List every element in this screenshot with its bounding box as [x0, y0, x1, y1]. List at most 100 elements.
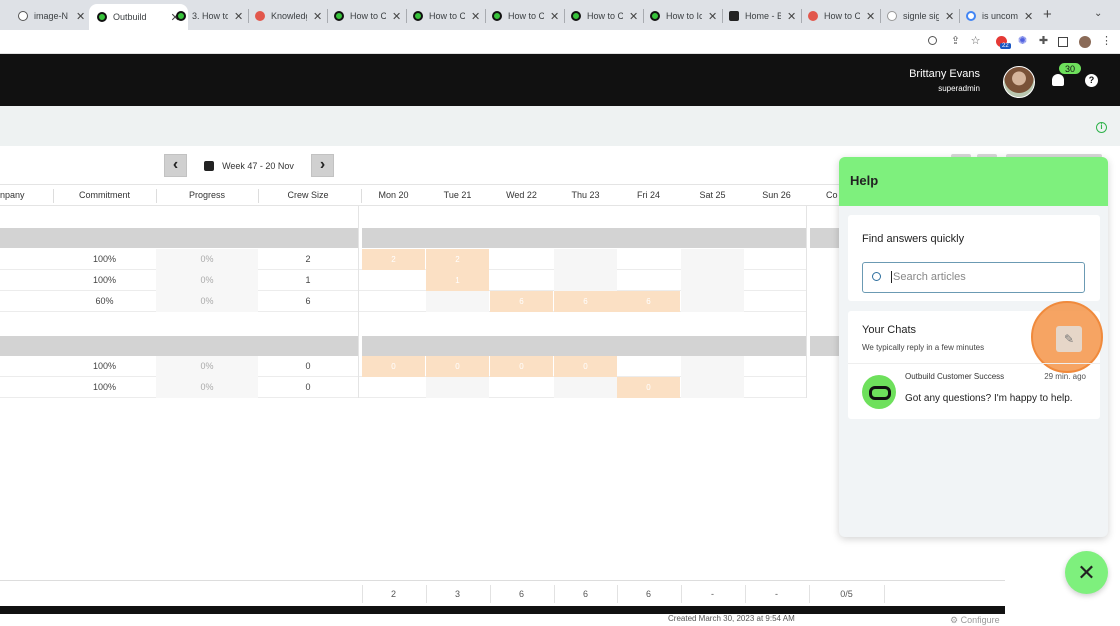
close-tab-icon[interactable]: ✕	[550, 10, 559, 23]
day-cell[interactable]	[554, 377, 617, 398]
new-tab-button[interactable]: +	[1043, 6, 1052, 23]
day-cell[interactable]: 6	[554, 291, 617, 312]
close-tab-icon[interactable]: ✕	[787, 10, 796, 23]
column-company[interactable]: npany	[0, 190, 25, 200]
column-mon[interactable]: Mon 20	[362, 190, 425, 200]
close-tab-icon[interactable]: ✕	[471, 10, 480, 23]
table-row[interactable]: 100% 0% 0 0 0 0 0	[0, 356, 806, 377]
close-tab-icon[interactable]: ✕	[708, 10, 717, 23]
day-cell[interactable]	[362, 291, 425, 312]
day-cell[interactable]: 2	[362, 249, 425, 270]
table-row[interactable]: 100% 0% 1 1	[0, 270, 806, 291]
browser-tab[interactable]: How to C ✕	[571, 6, 638, 26]
day-cell[interactable]	[617, 270, 680, 291]
table-row[interactable]: 60% 0% 6 6 6 6	[0, 291, 806, 312]
close-tab-icon[interactable]: ✕	[629, 10, 638, 23]
column-crew-size[interactable]: Crew Size	[258, 190, 358, 200]
browser-tab[interactable]: Home - B ✕	[729, 6, 796, 26]
share-icon[interactable]: ⇪	[949, 35, 962, 48]
day-cell[interactable]	[681, 270, 744, 291]
column-commitment[interactable]: Commitment	[53, 190, 156, 200]
table-row[interactable]: 100% 0% 0 0	[0, 377, 806, 398]
tab-search-button[interactable]: ⌄	[1094, 8, 1102, 19]
day-cell[interactable]	[681, 249, 744, 270]
column-sun[interactable]: Sun 26	[745, 190, 808, 200]
close-tab-icon[interactable]: ✕	[945, 10, 954, 23]
day-cell[interactable]	[490, 249, 553, 270]
day-cell[interactable]: 2	[426, 249, 489, 270]
chat-message[interactable]: Got any questions? I'm happy to help.	[905, 393, 1073, 404]
close-help-button[interactable]: ✕	[1065, 551, 1108, 594]
day-cell[interactable]	[745, 270, 808, 291]
browser-tab[interactable]: Knowledg ✕	[255, 6, 322, 26]
browser-tab[interactable]: signle sig ✕	[887, 6, 954, 26]
day-cell[interactable]	[745, 356, 808, 377]
group-header[interactable]	[0, 228, 358, 248]
week-selector[interactable]: Week 47 - 20 Nov	[188, 154, 310, 177]
bookmark-star-icon[interactable]: ☆	[969, 35, 982, 48]
info-icon[interactable]: i	[1096, 122, 1107, 133]
table-row[interactable]: 100% 0% 2 2 2	[0, 249, 806, 270]
day-cell[interactable]	[617, 356, 680, 377]
day-cell[interactable]	[745, 377, 808, 398]
browser-tab[interactable]: How to Ic ✕	[650, 6, 717, 26]
column-sat[interactable]: Sat 25	[681, 190, 744, 200]
settings-extension-icon[interactable]: ✺	[1016, 35, 1029, 48]
kebab-menu-icon[interactable]: ⋮	[1100, 35, 1113, 48]
column-tue[interactable]: Tue 21	[426, 190, 489, 200]
day-cell[interactable]: 1	[426, 270, 489, 291]
avatar[interactable]	[1003, 66, 1035, 98]
compose-icon[interactable]: ✎	[1056, 326, 1082, 352]
column-fri[interactable]: Fri 24	[617, 190, 680, 200]
browser-tab[interactable]: is uncom ✕	[966, 6, 1033, 26]
day-cell[interactable]: 0	[554, 356, 617, 377]
day-cell[interactable]: 0	[617, 377, 680, 398]
browser-tab[interactable]: 3. How to ✕	[176, 6, 243, 26]
close-tab-icon[interactable]: ✕	[313, 10, 322, 23]
day-cell[interactable]	[362, 377, 425, 398]
day-cell[interactable]	[681, 377, 744, 398]
profile-icon[interactable]	[1079, 36, 1091, 48]
column-co[interactable]: Co	[826, 190, 840, 200]
day-cell[interactable]: 6	[617, 291, 680, 312]
browser-tab[interactable]: How to C ✕	[334, 6, 401, 26]
next-week-button[interactable]: ›	[311, 154, 334, 177]
zoom-icon[interactable]	[928, 36, 937, 45]
browser-tab-active[interactable]: Outbuild ✕	[89, 4, 188, 30]
day-cell[interactable]	[681, 356, 744, 377]
day-cell[interactable]	[426, 291, 489, 312]
day-cell[interactable]	[554, 249, 617, 270]
browser-tab[interactable]: How to C ✕	[492, 6, 559, 26]
day-cell[interactable]	[745, 291, 808, 312]
close-tab-icon[interactable]: ✕	[866, 10, 875, 23]
column-wed[interactable]: Wed 22	[490, 190, 553, 200]
day-cell[interactable]	[681, 291, 744, 312]
day-cell[interactable]	[554, 270, 617, 291]
day-cell[interactable]	[745, 249, 808, 270]
day-cell[interactable]	[490, 377, 553, 398]
chat-sender[interactable]: Outbuild Customer Success	[905, 372, 1004, 381]
search-input[interactable]: Search articles	[862, 262, 1085, 293]
help-icon[interactable]: ?	[1085, 74, 1098, 87]
day-cell[interactable]	[426, 377, 489, 398]
close-tab-icon[interactable]: ✕	[76, 10, 85, 23]
previous-week-button[interactable]: ‹	[164, 154, 187, 177]
day-cell[interactable]: 0	[362, 356, 425, 377]
column-thu[interactable]: Thu 23	[554, 190, 617, 200]
day-cell[interactable]	[362, 270, 425, 291]
browser-tab[interactable]: image-N ✕	[18, 6, 85, 26]
day-cell[interactable]: 0	[426, 356, 489, 377]
close-tab-icon[interactable]: ✕	[234, 10, 243, 23]
group-header[interactable]	[0, 336, 358, 356]
close-tab-icon[interactable]: ✕	[1024, 10, 1033, 23]
day-cell[interactable]	[490, 270, 553, 291]
puzzle-icon[interactable]: ✚	[1037, 35, 1050, 48]
bell-icon[interactable]	[1052, 74, 1064, 86]
day-cell[interactable]	[617, 249, 680, 270]
side-panel-icon[interactable]	[1058, 37, 1068, 47]
day-cell[interactable]: 6	[490, 291, 553, 312]
browser-tab[interactable]: How to C ✕	[413, 6, 480, 26]
configure-link[interactable]: ⚙ Configure	[950, 615, 1000, 626]
day-cell[interactable]: 0	[490, 356, 553, 377]
browser-tab[interactable]: How to C ✕	[808, 6, 875, 26]
